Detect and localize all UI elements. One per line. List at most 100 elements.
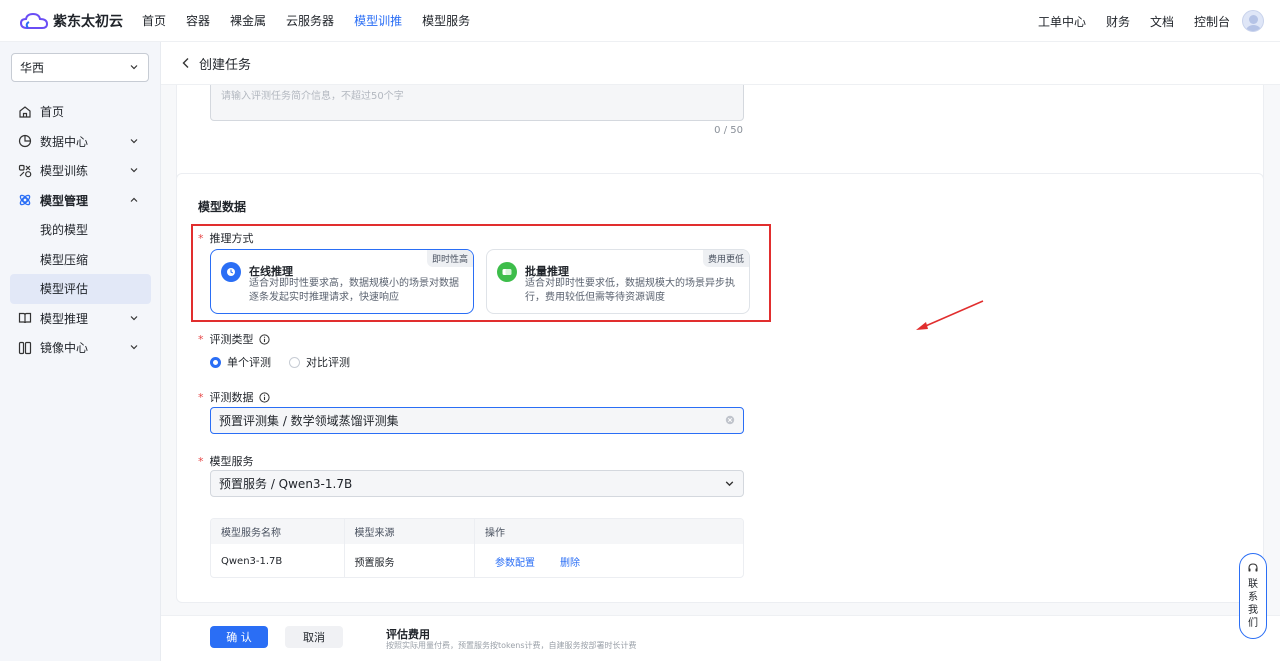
eval-type-radio-group: 单个评测 对比评测 <box>210 354 350 370</box>
info-icon[interactable] <box>258 333 270 345</box>
cell-source: 预置服务 <box>345 544 476 577</box>
chevron-down-icon <box>724 478 735 489</box>
chevron-down-icon <box>130 345 138 350</box>
nav-finance[interactable]: 财务 <box>1106 13 1130 30</box>
radio-label[interactable]: 对比评测 <box>306 354 350 370</box>
model-data-card: 模型数据 * 推理方式 在线推理 适合对即时性要求高，数据规模小的场景对数据逐条… <box>176 173 1264 603</box>
model-service-select[interactable]: 预置服务 / Qwen3-1.7B <box>210 470 744 497</box>
region-select[interactable]: 华西 <box>11 53 149 82</box>
brand-name: 紫东太初云 <box>53 13 123 30</box>
headset-icon <box>1248 563 1258 572</box>
top-navbar: 紫东太初云 首页 容器 裸金属 云服务器 模型训推 模型服务 工单中心 财务 文… <box>0 0 1280 42</box>
top-right-links: 工单中心 财务 文档 控制台 <box>1018 0 1264 42</box>
main-content: 创建任务 请输入评测任务简介信息，不超过50个字 0 / 50 模型数据 * 推… <box>161 42 1280 661</box>
image-center-icon <box>18 341 32 355</box>
sidebar-item-label: 模型压缩 <box>40 252 89 267</box>
char-counter: 0 / 50 <box>714 125 743 136</box>
annotation-arrow <box>916 300 984 330</box>
sidebar-item-model-inference[interactable]: 模型推理 <box>0 304 161 334</box>
fee-description: 按照实际用量付费，预置服务按tokens计费，自建服务按部署时长计费 <box>386 641 637 650</box>
radio-compare-eval[interactable] <box>289 356 300 368</box>
field-label-text: 评测类型 <box>209 333 254 346</box>
sidebar-item-model-management[interactable]: 模型管理 <box>0 186 161 216</box>
param-config-link[interactable]: 参数配置 <box>495 554 535 569</box>
sidebar-item-model-compression[interactable]: 模型压缩 <box>0 245 161 275</box>
nav-cloud-server[interactable]: 云服务器 <box>286 12 334 29</box>
radio-single-eval[interactable] <box>210 356 221 368</box>
annotation-highlight-box <box>191 224 771 322</box>
info-icon[interactable] <box>258 391 270 403</box>
nav-console[interactable]: 控制台 <box>1194 13 1230 30</box>
cancel-button[interactable]: 取消 <box>285 626 343 648</box>
chevron-up-icon <box>130 197 138 202</box>
task-description-textarea[interactable]: 请输入评测任务简介信息，不超过50个字 <box>210 85 744 121</box>
brand-logo[interactable]: 紫东太初云 <box>20 11 138 31</box>
table-row: Qwen3-1.7B 预置服务 参数配置 删除 <box>211 544 743 577</box>
sidebar-item-data-center[interactable]: 数据中心 <box>0 127 161 157</box>
delete-link[interactable]: 删除 <box>560 554 580 569</box>
model-training-icon <box>18 164 32 178</box>
sidebar-item-label: 模型训练 <box>40 164 89 179</box>
nav-model-service[interactable]: 模型服务 <box>422 12 470 29</box>
field-label-text: 模型服务 <box>209 455 254 468</box>
radio-label[interactable]: 单个评测 <box>227 354 271 370</box>
chevron-down-icon <box>130 315 138 320</box>
sidebar-item-label: 模型推理 <box>40 311 89 326</box>
sidebar-item-label: 数据中心 <box>40 134 89 149</box>
nav-home[interactable]: 首页 <box>142 12 166 29</box>
nav-bare-metal[interactable]: 裸金属 <box>230 12 266 29</box>
chevron-down-icon <box>130 65 138 70</box>
section-title: 模型数据 <box>198 200 247 214</box>
table-header: 模型服务名称 模型来源 操作 <box>211 519 743 544</box>
sidebar-item-label: 模型评估 <box>40 282 89 297</box>
sidebar-item-model-training[interactable]: 模型训练 <box>0 156 161 186</box>
column-header: 模型来源 <box>345 519 476 544</box>
sidebar-menu: 首页 数据中心 模型训练 模型管理 我的模型 模型压缩 模型评估 模型推理 镜像… <box>0 97 161 363</box>
form-footer: 确 认 取消 评估费用 按照实际用量付费，预置服务按tokens计费，自建服务按… <box>161 615 1280 661</box>
avatar[interactable] <box>1242 10 1264 32</box>
nav-containers[interactable]: 容器 <box>186 12 210 29</box>
sidebar-item-label: 镜像中心 <box>40 341 89 356</box>
model-service-label: * 模型服务 <box>198 453 254 469</box>
sidebar: 华西 首页 数据中心 模型训练 模型管理 我的模型 模型压缩 模型评估 模型推理 <box>0 42 161 661</box>
nav-docs[interactable]: 文档 <box>1150 13 1174 30</box>
home-icon <box>18 105 32 119</box>
sidebar-item-image-center[interactable]: 镜像中心 <box>0 333 161 363</box>
column-header: 操作 <box>485 528 506 539</box>
required-asterisk: * <box>198 390 204 404</box>
confirm-button[interactable]: 确 认 <box>210 626 268 648</box>
main-nav: 首页 容器 裸金属 云服务器 模型训推 模型服务 <box>142 12 490 29</box>
contact-label: 联系我们 <box>1248 579 1258 629</box>
form-scroll-area[interactable]: 请输入评测任务简介信息，不超过50个字 0 / 50 模型数据 * 推理方式 在… <box>161 85 1280 615</box>
sidebar-item-label: 我的模型 <box>40 223 89 238</box>
nav-model-training-inference[interactable]: 模型训推 <box>354 12 402 29</box>
pie-chart-icon <box>18 134 32 148</box>
book-icon <box>18 311 32 325</box>
cell-actions: 参数配置 删除 <box>475 544 743 577</box>
chevron-down-icon <box>130 138 138 143</box>
region-value: 华西 <box>20 61 45 75</box>
required-asterisk: * <box>198 454 204 468</box>
sidebar-item-my-models[interactable]: 我的模型 <box>0 215 161 245</box>
nav-ticket-center[interactable]: 工单中心 <box>1038 13 1086 30</box>
select-value: 预置服务 / Qwen3-1.7B <box>219 477 353 491</box>
page-header: 创建任务 <box>161 42 1280 85</box>
cloud-logo-icon <box>20 12 48 29</box>
eval-type-label: * 评测类型 <box>198 331 270 347</box>
column-header: 模型服务名称 <box>211 519 345 544</box>
model-management-icon <box>18 193 32 207</box>
field-label-text: 评测数据 <box>209 391 254 404</box>
sidebar-item-label: 模型管理 <box>40 193 89 208</box>
back-chevron-icon[interactable] <box>181 57 191 69</box>
textarea-placeholder: 请输入评测任务简介信息，不超过50个字 <box>221 91 404 102</box>
eval-data-select[interactable]: 预置评测集 / 数学领域蒸馏评测集 <box>210 407 744 434</box>
contact-us-button[interactable]: 联系我们 <box>1239 553 1267 639</box>
select-value: 预置评测集 / 数学领域蒸馏评测集 <box>219 414 399 428</box>
chevron-down-icon <box>130 168 138 173</box>
cell-service-name: Qwen3-1.7B <box>211 544 345 577</box>
required-asterisk: * <box>198 332 204 346</box>
clear-icon[interactable] <box>725 415 735 425</box>
page-title: 创建任务 <box>199 57 252 73</box>
sidebar-item-model-evaluation[interactable]: 模型评估 <box>10 274 151 304</box>
sidebar-item-home[interactable]: 首页 <box>0 97 161 127</box>
